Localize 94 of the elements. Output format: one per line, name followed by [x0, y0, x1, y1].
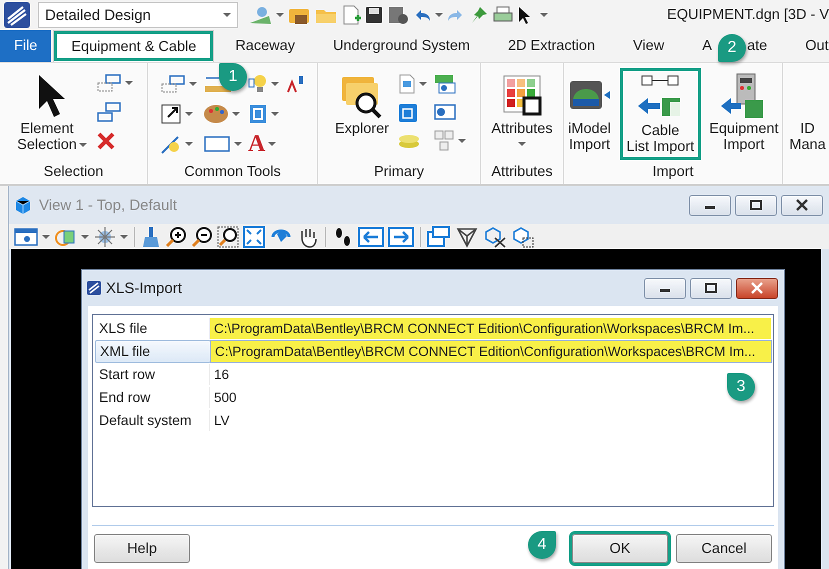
ribbon-button[interactable]: iModel Import	[564, 69, 614, 155]
caret-icon	[185, 111, 193, 117]
caret-icon	[271, 81, 279, 87]
palette-icon[interactable]	[203, 103, 229, 125]
selection-box-icon[interactable]	[160, 74, 186, 94]
zoom-window-icon[interactable]	[217, 226, 239, 248]
caret-icon	[419, 81, 427, 87]
caret-icon	[268, 141, 276, 147]
property-label[interactable]: XML file	[95, 340, 211, 363]
view-icon	[13, 195, 33, 215]
ribbon-tab[interactable]: Out	[788, 30, 829, 62]
selection-box-icon[interactable]	[96, 101, 122, 123]
zoom-in-icon[interactable]	[165, 226, 187, 248]
caret-icon	[81, 234, 89, 240]
cube-icon[interactable]	[398, 103, 418, 123]
window-title: EQUIPMENT.dgn [3D - V	[666, 7, 829, 23]
group-label: Import	[652, 164, 694, 182]
close-button[interactable]	[781, 194, 823, 216]
maximize-button[interactable]	[690, 278, 732, 298]
close-icon	[795, 199, 809, 211]
zoom-out-icon[interactable]	[191, 226, 213, 248]
view-title: View 1 - Top, Default	[39, 196, 177, 214]
property-value[interactable]: C:\ProgramData\Bentley\BRCM CONNECT Edition\Configuration\Workspaces\BRCM Im...	[211, 341, 771, 362]
maximize-icon	[749, 199, 763, 211]
caret-icon	[185, 141, 193, 147]
fit-view-icon[interactable]	[243, 226, 265, 248]
ribbon-button[interactable]: ID Mana	[785, 69, 829, 155]
document-icon[interactable]	[398, 73, 416, 95]
maximize-icon	[704, 282, 718, 294]
lightbulb-icon[interactable]	[248, 73, 268, 95]
caret-icon	[271, 111, 279, 117]
caret-icon	[435, 12, 443, 18]
caret-icon	[234, 141, 242, 147]
dialog-button[interactable]: OK	[572, 534, 668, 563]
caret-icon	[42, 234, 50, 240]
clip-volume-icon[interactable]	[483, 226, 507, 248]
ribbon-button[interactable]: Element Selection	[14, 69, 90, 155]
brush-icon[interactable]	[141, 226, 161, 248]
info-card-icon[interactable]	[433, 103, 457, 121]
ribbon-button[interactable]: Attributes	[488, 69, 556, 149]
wireframe-icon[interactable]	[455, 226, 479, 248]
move-icon[interactable]	[160, 103, 182, 125]
ribbon-button[interactable]: Explorer	[332, 69, 392, 139]
property-label[interactable]: End row	[95, 387, 210, 408]
caret-icon	[276, 12, 284, 18]
ribbon-button[interactable]: Cable List Import	[620, 69, 700, 159]
save-icon[interactable]	[364, 5, 384, 25]
ribbon-button[interactable]: Equipment Import	[706, 69, 782, 155]
logo-icon	[86, 280, 102, 296]
ribbon-tab[interactable]: Equipment & Cable	[53, 30, 214, 62]
color-grid-icon	[502, 74, 542, 118]
clip-mask-icon[interactable]	[511, 226, 535, 248]
delete-icon[interactable]	[96, 131, 116, 151]
cursor-icon[interactable]	[517, 5, 531, 25]
view-attributes-icon[interactable]	[13, 226, 39, 248]
group-label: Attributes	[491, 164, 553, 182]
caret-icon	[124, 80, 133, 86]
text-tool-icon[interactable]: A	[248, 133, 266, 155]
workflow-dropdown[interactable]: Detailed Design	[38, 2, 238, 28]
property-label[interactable]: Start row	[95, 364, 210, 385]
caret-icon	[232, 111, 240, 117]
ribbon-tab[interactable]: View	[616, 30, 682, 62]
group-label: Common Tools	[184, 164, 281, 182]
dialog-button[interactable]: Help	[94, 534, 190, 563]
dialog-button[interactable]: Cancel	[676, 534, 772, 563]
copy-view-icon[interactable]	[427, 226, 451, 248]
caret-icon	[120, 234, 128, 240]
group-label: Primary	[374, 164, 424, 182]
info-cards-icon[interactable]	[433, 73, 457, 95]
file-menu-tab[interactable]: File	[0, 30, 52, 62]
caret-icon	[540, 12, 548, 18]
caret-icon	[223, 12, 231, 18]
property-value[interactable]: C:\ProgramData\Bentley\BRCM CONNECT Edition\Configuration\Workspaces\BRCM Im...	[210, 318, 771, 339]
previous-view-icon[interactable]	[358, 226, 384, 246]
next-view-icon[interactable]	[388, 226, 414, 246]
keypad-icon[interactable]	[433, 129, 455, 153]
maximize-button[interactable]	[735, 194, 777, 216]
ribbon-tab[interactable]: Underground System	[316, 30, 487, 62]
property-value[interactable]: LV	[210, 410, 771, 431]
rectangle-icon[interactable]	[203, 135, 231, 153]
caret-icon	[458, 138, 466, 144]
minimize-button[interactable]	[689, 194, 731, 216]
sun-icon[interactable]	[93, 226, 117, 248]
minimize-button[interactable]	[644, 278, 686, 298]
close-button[interactable]	[736, 278, 778, 298]
level-icon[interactable]	[248, 103, 268, 125]
close-icon	[750, 282, 764, 294]
caret-icon	[189, 81, 197, 87]
selection-box-icon[interactable]	[96, 73, 122, 93]
property-label[interactable]: Default system	[95, 410, 210, 431]
dialog-title: XLS-Import	[106, 280, 182, 296]
ribbon-tab[interactable]: 2D Extraction	[490, 30, 612, 62]
ribbon-tab[interactable]: Raceway	[218, 30, 312, 62]
group-label: Selection	[44, 164, 104, 182]
